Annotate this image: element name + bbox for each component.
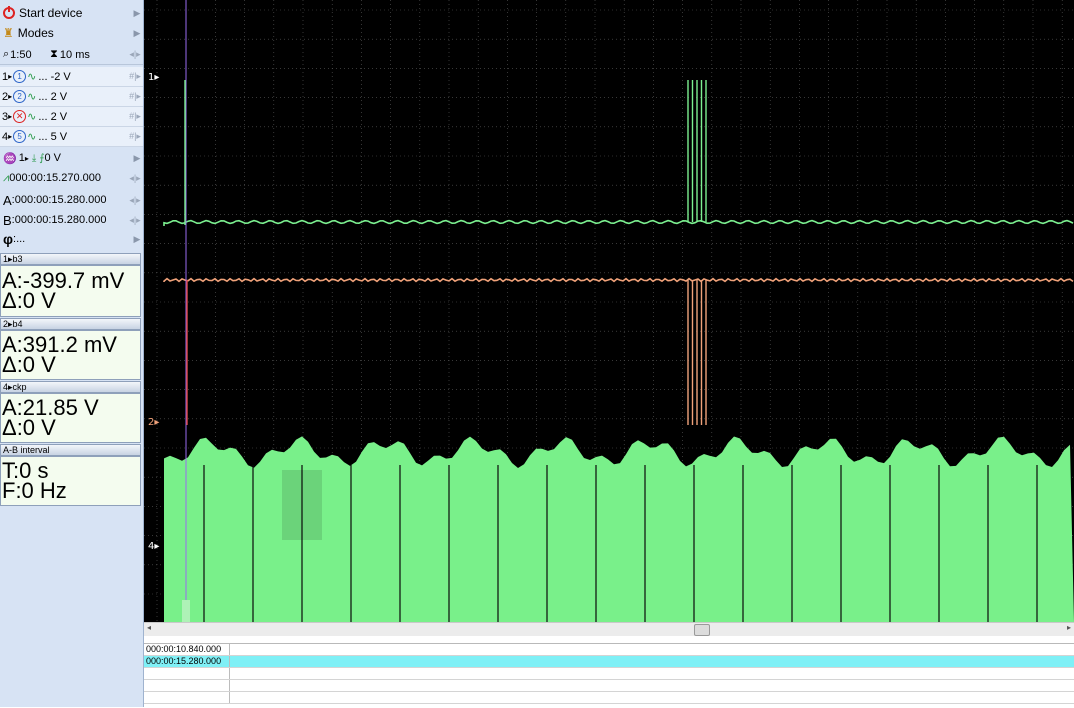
timestamp-list: 000:00:10.840.000 000:00:15.280.000 bbox=[144, 643, 1074, 708]
channel-4-spike bbox=[182, 600, 190, 622]
power-icon bbox=[3, 6, 15, 19]
zoom-timebase-row[interactable]: ⌕ 1:50 ⧗ 10 ms ◂|▸ bbox=[0, 45, 143, 65]
panel-ch1-readout: A:-399.7 mV Δ:0 V bbox=[0, 265, 141, 317]
panel-ch4-readout: A:21.85 V Δ:0 V bbox=[0, 393, 141, 443]
trigger-icon: ♒ bbox=[3, 152, 17, 165]
panel-ch1-header[interactable]: 1▸b3 bbox=[0, 253, 141, 265]
trigger-edge-icon: ⤓ bbox=[31, 152, 37, 164]
channel-4-shade bbox=[282, 470, 322, 540]
panel-interval-readout: T:0 s F:0 Hz bbox=[0, 456, 141, 506]
coupling-icon: ∿ bbox=[27, 111, 37, 123]
waveform-canvas[interactable] bbox=[144, 0, 1074, 622]
scroll-left-icon[interactable]: ◂ bbox=[147, 623, 151, 632]
chevron-right-icon: ▶ bbox=[133, 27, 141, 38]
readout-delta: Δ:0 V bbox=[2, 288, 56, 313]
cursor-a-row[interactable]: A :000:00:15.280.000 ◂|▸ bbox=[0, 190, 143, 210]
channel-3-row[interactable]: 3 ▸ ✕ ∿ ... 2 V #|▸ bbox=[0, 107, 143, 127]
panel-ch4-header[interactable]: 4▸ckp bbox=[0, 381, 141, 393]
channel-4-row[interactable]: 4 ▸ 5 ∿ ... 5 V #|▸ bbox=[0, 127, 143, 147]
start-device-item[interactable]: Start device ▶ bbox=[0, 3, 143, 23]
channel-4-badge-icon: 5 bbox=[13, 130, 27, 143]
channel-1-trace bbox=[163, 219, 1074, 226]
interval-frequency: F:0 Hz bbox=[2, 478, 67, 503]
list-item[interactable] bbox=[144, 680, 1074, 692]
channel-4-marker[interactable]: 4▸ bbox=[148, 541, 159, 552]
coupling-icon: ∿ bbox=[27, 131, 37, 143]
list-item[interactable] bbox=[144, 692, 1074, 704]
list-item-selected[interactable]: 000:00:15.280.000 bbox=[144, 656, 1074, 668]
cursor-b-row[interactable]: B :000:00:15.280.000 ◂|▸ bbox=[0, 210, 143, 230]
phase-row[interactable]: φ :... ▶ bbox=[0, 229, 143, 249]
channel-1-marker[interactable]: 1▸ bbox=[148, 72, 159, 83]
channel-control-icon[interactable]: #|▸ bbox=[127, 111, 143, 122]
modes-icon: ♜ bbox=[3, 26, 14, 40]
panel-ch2-readout: A:391.2 mV Δ:0 V bbox=[0, 330, 141, 380]
trigger-row[interactable]: ♒ 1 ▸ ⤓ ⨍ 0 V ▶ bbox=[0, 148, 143, 168]
chevron-right-icon: ▶ bbox=[133, 7, 141, 18]
channel-control-icon[interactable]: #|▸ bbox=[127, 131, 143, 142]
sidebar: Start device ▶ ♜ Modes ▶ ⌕ 1:50 ⧗ 10 ms … bbox=[0, 0, 144, 707]
scroll-right-icon[interactable]: ▸ bbox=[1067, 623, 1071, 632]
channel-3-disabled-icon: ✕ bbox=[13, 110, 27, 123]
panel-interval-header[interactable]: A-B interval bbox=[0, 444, 141, 456]
channel-2-row[interactable]: 2 ▸ 2 ∿ ... 2 V #|▸ bbox=[0, 87, 143, 107]
list-item[interactable]: 000:00:10.840.000 bbox=[144, 644, 1074, 656]
channel-1-badge-icon: 1 bbox=[13, 70, 27, 83]
readout-delta: Δ:0 V bbox=[2, 415, 56, 440]
channel-control-icon[interactable]: #|▸ bbox=[127, 71, 143, 82]
channel-control-icon[interactable]: #|▸ bbox=[127, 91, 143, 102]
horizontal-scrollbar[interactable]: ◂ ▸ bbox=[144, 622, 1074, 636]
chevron-right-icon: ▶ bbox=[133, 233, 141, 244]
magnifier-icon: ⌕ bbox=[3, 48, 10, 60]
scroll-thumb[interactable] bbox=[694, 624, 710, 636]
timebase-icon: ⧗ bbox=[50, 48, 58, 60]
left-right-control-icon[interactable]: ◂|▸ bbox=[127, 49, 143, 60]
list-item[interactable] bbox=[144, 668, 1074, 680]
readout-delta: Δ:0 V bbox=[2, 352, 56, 377]
channel-1-row[interactable]: 1 ▸ 1 ∿ ... -2 V #|▸ bbox=[0, 67, 143, 87]
modes-item[interactable]: ♜ Modes ▶ bbox=[0, 23, 143, 43]
channel-2-marker[interactable]: 2▸ bbox=[148, 417, 159, 428]
oscilloscope-display[interactable]: 1▸ 2▸ 4▸ bbox=[144, 0, 1074, 622]
panel-ch2-header[interactable]: 2▸b4 bbox=[0, 318, 141, 330]
left-right-control-icon[interactable]: ◂|▸ bbox=[127, 195, 143, 206]
left-right-control-icon[interactable]: ◂|▸ bbox=[127, 215, 143, 226]
coupling-icon: ∿ bbox=[27, 71, 37, 83]
left-right-control-icon[interactable]: ◂|▸ bbox=[127, 173, 143, 184]
channel-2-badge-icon: 2 bbox=[13, 90, 27, 103]
trigger-time-row[interactable]: ⩘ 000:00:15.270.000 ◂|▸ bbox=[0, 168, 143, 188]
channel-2-trace bbox=[163, 277, 1074, 283]
chevron-right-icon: ▶ bbox=[133, 152, 141, 163]
coupling-icon: ∿ bbox=[27, 91, 37, 103]
